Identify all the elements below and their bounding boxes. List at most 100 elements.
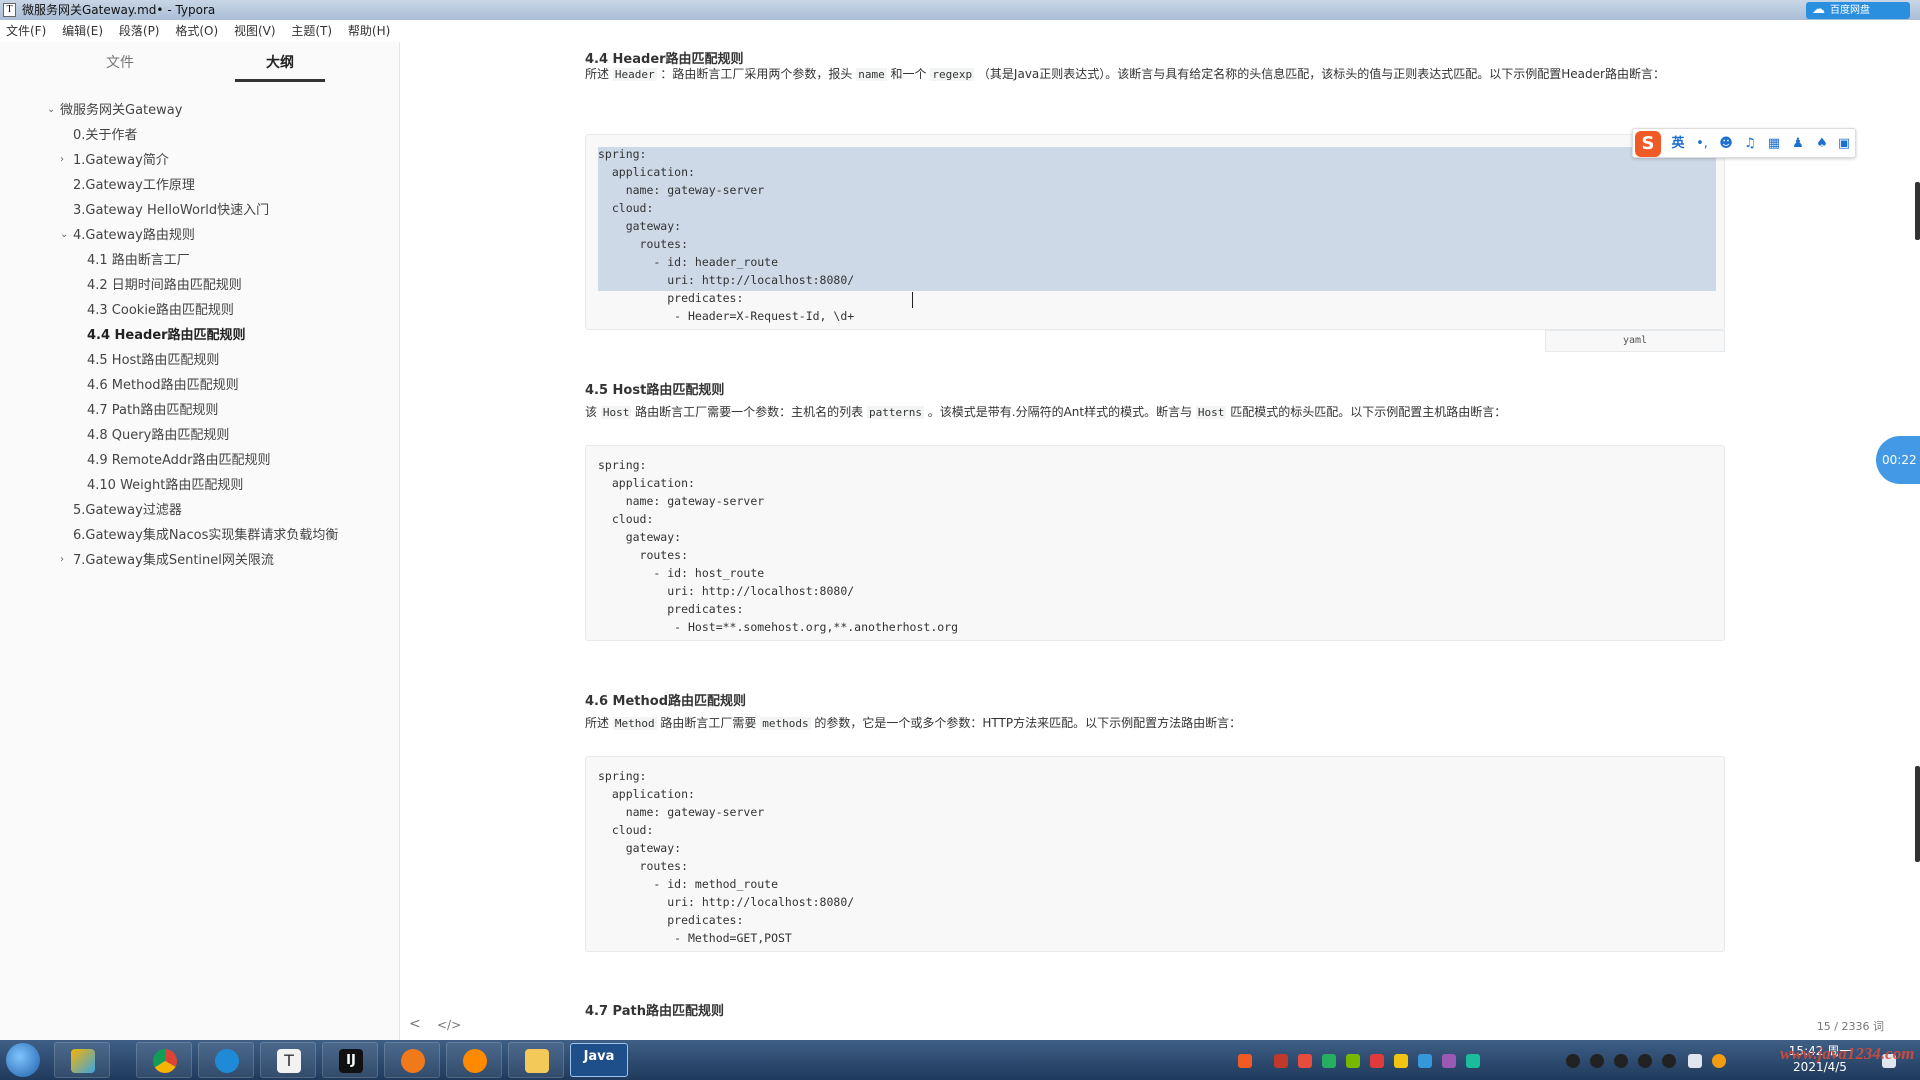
editor-area[interactable]: 4.4 Header路由匹配规则 所述 Header ：路由断言工厂采用两个参数… <box>401 42 1920 1040</box>
menu-paragraph[interactable]: 段落(P) <box>119 20 160 42</box>
code-line: uri: http://localhost:8080/ <box>598 273 855 287</box>
outline-item[interactable]: 4.7 Path路由匹配规则 <box>87 400 218 422</box>
code-line: application: <box>598 787 695 801</box>
code-line: - Host=**.somehost.org,**.anotherhost.or… <box>598 620 959 634</box>
outline-item[interactable]: 4.4 Header路由匹配规则 <box>87 325 246 347</box>
taskbar-typora[interactable]: T <box>260 1042 316 1078</box>
menu-help[interactable]: 帮助(H) <box>348 20 390 42</box>
taskbar-chrome[interactable] <box>136 1042 192 1078</box>
taskbar-intellij[interactable]: IJ <box>322 1042 378 1078</box>
tray-app3-icon[interactable] <box>1442 1054 1456 1068</box>
scrollbar-thumb[interactable] <box>1915 766 1920 862</box>
outline-item[interactable]: 4.5 Host路由匹配规则 <box>87 350 219 372</box>
code-line: gateway: <box>598 530 682 544</box>
code-block-header[interactable]: spring: application: name: gateway-serve… <box>585 134 1725 330</box>
tray-qq5-icon[interactable] <box>1662 1054 1676 1068</box>
outline-item[interactable]: 5.Gateway过滤器 <box>73 500 182 522</box>
tray-qq-icon[interactable] <box>1566 1054 1580 1068</box>
outline-caret-icon[interactable]: › <box>60 154 70 165</box>
outline-item[interactable]: 6.Gateway集成Nacos实现集群请求负载均衡 <box>73 525 338 547</box>
taskbar-java[interactable]: Java <box>570 1043 628 1077</box>
menu-theme[interactable]: 主题(T) <box>291 20 332 42</box>
outline-item[interactable]: 4.3 Cookie路由匹配规则 <box>87 300 234 322</box>
taskbar-recorder[interactable] <box>446 1042 502 1078</box>
outline-item[interactable]: 4.2 日期时间路由匹配规则 <box>87 275 242 297</box>
code-block-method[interactable]: spring: application: name: gateway-serve… <box>585 756 1725 952</box>
volume-icon[interactable] <box>1688 1054 1702 1068</box>
outline-item[interactable]: 4.6 Method路由匹配规则 <box>87 375 239 397</box>
emoji-icon[interactable]: ☻ <box>1717 135 1735 153</box>
tray-nvidia-icon[interactable] <box>1346 1054 1360 1068</box>
heading-4-6: 4.6 Method路由匹配规则 <box>585 694 747 709</box>
outline-item[interactable]: 4.Gateway路由规则 <box>73 225 195 247</box>
source-mode-button[interactable]: </> <box>437 1018 461 1032</box>
tray-qq2-icon[interactable] <box>1590 1054 1604 1068</box>
tray-app4-icon[interactable] <box>1466 1054 1480 1068</box>
code-line: name: gateway-server <box>598 494 765 508</box>
code-line: routes: <box>598 859 689 873</box>
tray-security-icon[interactable] <box>1322 1054 1336 1068</box>
tray-qq4-icon[interactable] <box>1638 1054 1652 1068</box>
sidebar: 文件 大纲 ⌄ 微服务网关Gateway 0.关于作者 › 1.Gateway简介 2.G… <box>0 42 400 1040</box>
paragraph-4-4: 所述 Header ：路由断言工厂采用两个参数，报头 name 和一个 rege… <box>585 67 1665 81</box>
code-line: cloud: <box>598 201 654 215</box>
code-line: uri: http://localhost:8080/ <box>598 895 855 909</box>
outline-item[interactable]: 3.Gateway HelloWorld快速入门 <box>73 200 269 222</box>
back-button[interactable]: < <box>409 1016 421 1032</box>
keyboard-icon[interactable]: ▦ <box>1765 135 1783 153</box>
code-block-host[interactable]: spring: application: name: gateway-serve… <box>585 445 1725 641</box>
cloud-drive-button[interactable]: 百度网盘 <box>1806 1 1910 19</box>
code-line: gateway: <box>598 841 682 855</box>
code-line: - id: host_route <box>598 566 765 580</box>
user-icon[interactable]: ♟ <box>1789 135 1807 153</box>
scrollbar-mark-top[interactable] <box>1915 182 1920 240</box>
ime-punctuation-toggle[interactable]: •, <box>1693 135 1711 153</box>
tab-files[interactable]: 文件 <box>75 52 165 82</box>
outline-item[interactable]: 2.Gateway工作原理 <box>73 175 195 197</box>
tray-wps-icon[interactable] <box>1274 1054 1288 1068</box>
code-line: cloud: <box>598 823 654 837</box>
tray-app5-icon[interactable] <box>1712 1054 1726 1068</box>
watermark-logo: www.java1234.com <box>1780 1044 1915 1063</box>
outline-item[interactable]: 4.1 路由断言工厂 <box>87 250 190 272</box>
start-button[interactable] <box>6 1043 40 1077</box>
tray-app2-icon[interactable] <box>1394 1054 1408 1068</box>
menu-file[interactable]: 文件(F) <box>6 20 46 42</box>
code-line: name: gateway-server <box>598 805 765 819</box>
taskbar-browser[interactable] <box>198 1042 254 1078</box>
taskbar: T IJ Java 15:42 周一 2021/4/5 <box>0 1040 1920 1080</box>
microphone-icon[interactable]: ♫ <box>1741 135 1759 153</box>
outline-item[interactable]: 微服务网关Gateway <box>60 100 182 122</box>
taskbar-pen-tool[interactable] <box>384 1042 440 1078</box>
outline-caret-icon[interactable]: › <box>60 554 70 565</box>
menu-edit[interactable]: 编辑(E) <box>62 20 103 42</box>
tray-app-icon[interactable] <box>1298 1054 1312 1068</box>
recording-timer[interactable]: 00:22 <box>1876 436 1920 484</box>
toolbox-icon[interactable]: ▣ <box>1835 135 1853 153</box>
tab-outline[interactable]: 大纲 <box>235 52 325 82</box>
code-line: spring: <box>598 458 647 472</box>
tray-ime-icon[interactable] <box>1238 1054 1252 1068</box>
text-cursor-icon <box>912 292 914 308</box>
outline-item[interactable]: 1.Gateway简介 <box>73 150 169 172</box>
outline-item[interactable]: 0.关于作者 <box>73 125 137 147</box>
tray-network-icon[interactable] <box>1418 1054 1432 1068</box>
skin-icon[interactable]: ♠ <box>1813 135 1831 153</box>
ime-language-toggle[interactable]: 英 <box>1669 135 1687 153</box>
outline-item[interactable]: 4.8 Query路由匹配规则 <box>87 425 229 447</box>
outline-caret-icon[interactable]: ⌄ <box>47 104 57 115</box>
taskbar-app-1[interactable] <box>54 1042 110 1078</box>
tray-sogou-icon[interactable] <box>1370 1054 1384 1068</box>
word-count[interactable]: 15 / 2336 词 <box>1817 1018 1884 1034</box>
code-language-tag[interactable]: yaml <box>1545 330 1725 352</box>
outline-item[interactable]: 4.9 RemoteAddr路由匹配规则 <box>87 450 270 472</box>
outline-caret-icon[interactable]: ⌄ <box>60 229 70 240</box>
outline-item[interactable]: 4.10 Weight路由匹配规则 <box>87 475 243 497</box>
code-line: - id: header_route <box>598 255 779 269</box>
menu-format[interactable]: 格式(O) <box>175 20 218 42</box>
title-bar: T 微服务网关Gateway.md• - Typora 百度网盘 <box>0 0 1920 20</box>
tray-qq3-icon[interactable] <box>1614 1054 1628 1068</box>
menu-view[interactable]: 视图(V) <box>234 20 276 42</box>
outline-item[interactable]: 7.Gateway集成Sentinel网关限流 <box>73 550 274 572</box>
taskbar-explorer[interactable] <box>508 1042 564 1078</box>
